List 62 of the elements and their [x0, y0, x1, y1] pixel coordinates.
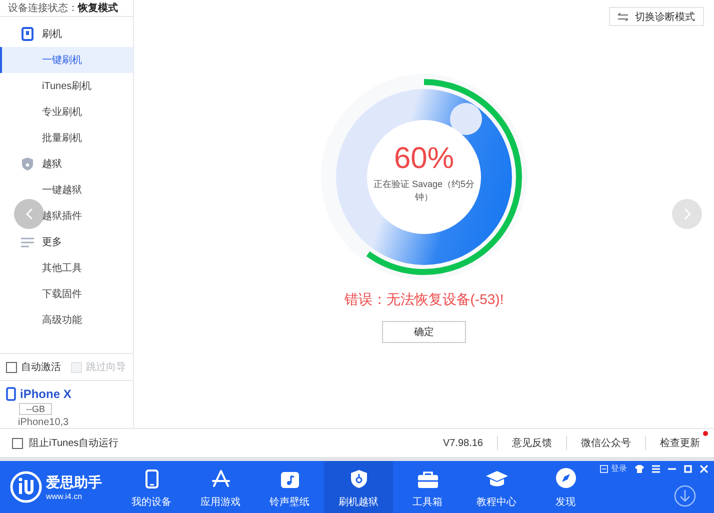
- phone-icon: [21, 27, 34, 41]
- sidebar-item[interactable]: 批量刷机: [0, 125, 133, 151]
- progress-status: 正在验证 Savage（约5分钟）: [372, 178, 476, 204]
- nav-tab[interactable]: 我的设备: [117, 461, 186, 513]
- music-note-icon: [280, 469, 300, 489]
- graduation-cap-icon: [484, 469, 508, 489]
- logo-icon: [10, 471, 42, 503]
- nav-tab[interactable]: 工具箱: [393, 461, 462, 513]
- login-icon: [600, 464, 608, 472]
- sidebar-item[interactable]: 一键刷机: [0, 47, 133, 73]
- shield-icon: [21, 157, 34, 171]
- sidebar-group-label: 更多: [42, 236, 62, 249]
- checkbox[interactable]: [6, 362, 17, 372]
- nav-tab[interactable]: 发现: [531, 461, 600, 513]
- sidebar-item[interactable]: 越狱插件: [0, 203, 133, 229]
- footer-link[interactable]: 意见反馈: [512, 436, 552, 450]
- sidebar-item[interactable]: 高级功能: [0, 307, 133, 333]
- sidebar-group-label: 刷机: [42, 28, 62, 41]
- app-name: 爱思助手: [46, 474, 102, 492]
- phone-icon: [144, 469, 158, 489]
- error-message: 错误：无法恢复设备(-53)!: [344, 291, 504, 309]
- switch-mode-button[interactable]: 切换诊断模式: [609, 7, 704, 26]
- checkbox-label: 自动激活: [21, 361, 61, 374]
- footer-link[interactable]: 检查更新: [660, 436, 700, 450]
- sidebar-item[interactable]: 一键越狱: [0, 177, 133, 203]
- compass-icon: [554, 467, 576, 489]
- chevron-left-icon: [26, 208, 32, 220]
- toolbox-icon: [416, 471, 438, 489]
- menu-icon[interactable]: [652, 464, 660, 472]
- login-button[interactable]: 登录: [600, 463, 627, 474]
- connection-status-label: 设备连接状态：: [8, 2, 78, 15]
- checkbox[interactable]: [12, 438, 23, 448]
- sidebar-group-label: 越狱: [42, 158, 62, 171]
- footer-link[interactable]: 微信公众号: [581, 436, 631, 450]
- maximize-icon[interactable]: [684, 464, 692, 472]
- version-label: V7.98.16: [442, 438, 483, 448]
- sidebar-item[interactable]: iTunes刷机: [0, 73, 133, 99]
- connection-status-value: 恢复模式: [78, 2, 118, 15]
- checkbox-label: 跳过向导: [86, 360, 126, 374]
- nav-tab[interactable]: 教程中心: [462, 461, 531, 513]
- website-url: www.i4.cn: [46, 492, 84, 500]
- storage-tag: --GB: [19, 403, 52, 415]
- close-icon[interactable]: [700, 464, 708, 472]
- app-store-icon: [210, 469, 230, 489]
- shirt-icon[interactable]: [635, 464, 644, 472]
- download-icon[interactable]: [674, 485, 696, 507]
- device-model: iPhone10,3: [18, 417, 69, 428]
- shield-key-icon: [350, 469, 368, 489]
- checkbox-label: 阻止iTunes自动运行: [29, 436, 119, 450]
- chevron-right-icon: [684, 208, 690, 220]
- progress-percent: 60%: [394, 142, 454, 176]
- nav-tab[interactable]: 铃声壁纸: [255, 461, 324, 513]
- nav-tab[interactable]: 应用游戏: [186, 461, 255, 513]
- sidebar-item[interactable]: 其他工具: [0, 255, 133, 281]
- sidebar-item[interactable]: 专业刷机: [0, 99, 133, 125]
- nav-tab[interactable]: 刷机越狱: [324, 461, 393, 513]
- confirm-button[interactable]: 确定: [382, 321, 466, 343]
- list-icon: [21, 236, 34, 248]
- swap-icon: [618, 12, 628, 20]
- phone-icon: [6, 387, 16, 401]
- sidebar-item[interactable]: 下载固件: [0, 281, 133, 307]
- device-name: iPhone X: [20, 387, 72, 401]
